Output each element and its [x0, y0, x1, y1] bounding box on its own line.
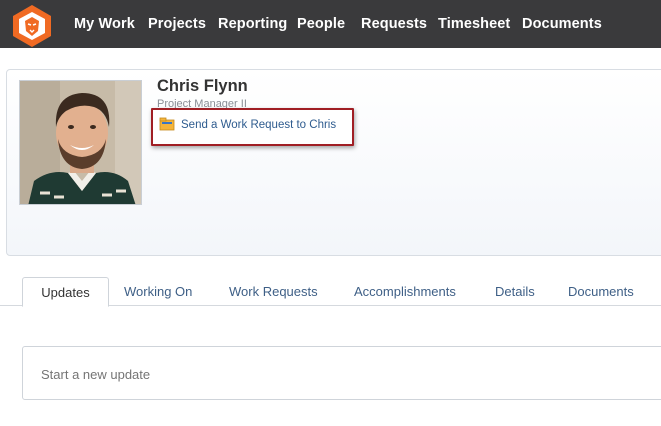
nav-documents[interactable]: Documents [522, 16, 602, 32]
tab-details[interactable]: Details [495, 284, 535, 299]
profile-name: Chris Flynn [157, 77, 248, 95]
tab-updates[interactable]: Updates [22, 277, 109, 307]
tab-documents[interactable]: Documents [568, 284, 634, 299]
nav-projects[interactable]: Projects [148, 16, 206, 32]
new-update-input[interactable] [41, 367, 441, 382]
profile-photo [19, 80, 142, 205]
nav-people[interactable]: People [297, 16, 345, 32]
send-work-request-link[interactable]: Send a Work Request to Chris [181, 119, 336, 131]
nav-timesheet[interactable]: Timesheet [438, 16, 510, 32]
nav-reporting[interactable]: Reporting [218, 16, 287, 32]
nav-requests[interactable]: Requests [361, 16, 427, 32]
nav-my-work[interactable]: My Work [74, 16, 135, 32]
tab-work-requests[interactable]: Work Requests [229, 284, 318, 299]
folder-request-icon [159, 117, 175, 131]
tab-working-on[interactable]: Working On [124, 284, 192, 299]
tab-updates-label: Updates [41, 285, 90, 300]
update-box [22, 346, 661, 400]
lion-logo-icon[interactable] [9, 4, 55, 48]
top-navigation: My Work Projects Reporting People Reques… [0, 0, 661, 48]
tab-accomplishments[interactable]: Accomplishments [354, 284, 456, 299]
